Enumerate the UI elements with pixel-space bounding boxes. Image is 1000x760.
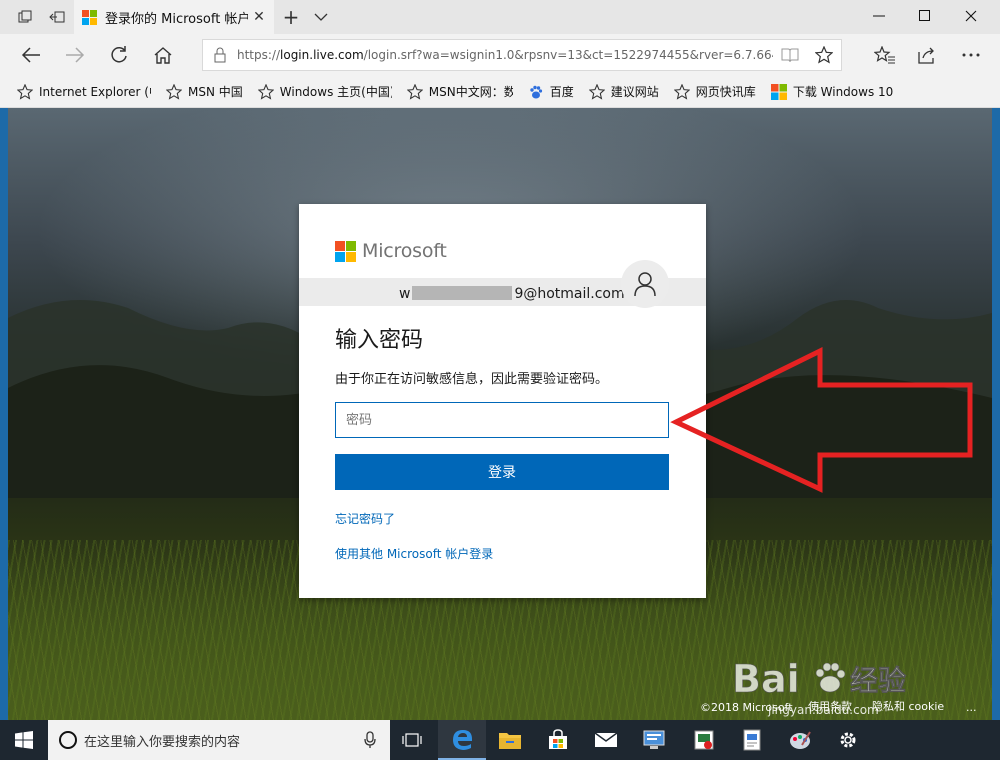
watermark-brand: Bai xyxy=(732,657,800,701)
chevron-down-icon[interactable] xyxy=(308,4,334,30)
favorites-bar: Internet Explorer (中国) MSN 中国 Windows 主页… xyxy=(0,76,1000,108)
star-icon xyxy=(406,83,424,101)
baidu-watermark: Bai 经验 jingyan.baidu.com xyxy=(732,650,972,720)
store-icon[interactable] xyxy=(534,720,582,760)
tab-bar: 登录你的 Microsoft 帐户 ✕ + xyxy=(0,0,1000,34)
page-title: 输入密码 xyxy=(335,328,424,353)
maximize-button[interactable] xyxy=(902,0,948,32)
desktop-edge-right xyxy=(992,108,1000,720)
microsoft-favicon-icon xyxy=(82,9,97,25)
reading-view-icon[interactable] xyxy=(773,40,807,70)
star-icon xyxy=(588,83,606,101)
windows-logo-icon xyxy=(770,83,788,101)
red-arrow-annotation xyxy=(670,346,973,493)
file-explorer-icon[interactable] xyxy=(486,720,534,760)
favorite-item[interactable]: 网页快讯库 xyxy=(673,83,756,101)
baidu-paw-watermark-icon xyxy=(815,662,846,693)
url-host: login.live.com xyxy=(280,48,364,62)
lock-icon xyxy=(203,40,237,70)
favorite-item[interactable]: 建议网站 xyxy=(588,83,659,101)
remote-desktop-icon[interactable] xyxy=(630,720,678,760)
favorite-item[interactable]: Internet Explorer (中国) xyxy=(16,83,151,101)
star-icon xyxy=(16,83,34,101)
forward-button[interactable] xyxy=(58,40,92,70)
refresh-button[interactable] xyxy=(102,40,136,70)
settings-gear-icon[interactable] xyxy=(824,720,872,760)
email-redaction xyxy=(412,286,513,300)
email-prefix: w xyxy=(399,286,411,302)
favorite-label: 建议网站 xyxy=(610,85,659,99)
close-tab-icon[interactable]: ✕ xyxy=(248,6,270,28)
minimize-button[interactable] xyxy=(856,0,902,32)
back-button[interactable] xyxy=(14,40,48,70)
password-input[interactable] xyxy=(335,402,669,438)
new-tab-button[interactable]: + xyxy=(278,4,304,30)
other-account-link[interactable]: 使用其他 Microsoft 帐户登录 xyxy=(335,545,493,562)
favorite-label: MSN中文网：数字生活 xyxy=(428,85,513,99)
media-app-icon[interactable] xyxy=(680,720,728,760)
tab-preview-icon[interactable] xyxy=(14,6,36,28)
start-button[interactable] xyxy=(0,720,48,760)
home-button[interactable] xyxy=(146,40,180,70)
tab-active[interactable]: 登录你的 Microsoft 帐户 ✕ xyxy=(74,0,274,34)
task-view-icon[interactable] xyxy=(388,720,436,760)
mail-icon[interactable] xyxy=(582,720,630,760)
favorite-label: Internet Explorer (中国) xyxy=(39,85,151,99)
favorite-item[interactable]: MSN 中国 xyxy=(165,83,243,101)
search-placeholder: 在这里输入你要搜索的内容 xyxy=(84,734,241,750)
url-scheme: https:// xyxy=(237,48,281,62)
address-bar[interactable]: https://login.live.com/login.srf?wa=wsig… xyxy=(202,39,842,71)
favorite-label: 网页快讯库 xyxy=(695,85,756,99)
star-icon xyxy=(257,83,275,101)
signin-button[interactable]: 登录 xyxy=(335,454,669,490)
navigation-bar: https://login.live.com/login.srf?wa=wsig… xyxy=(0,34,1000,76)
favorite-label: 下载 Windows 10 xyxy=(792,85,894,99)
set-tabs-aside-icon[interactable] xyxy=(46,6,68,28)
favorites-hub-icon[interactable] xyxy=(868,40,902,70)
desktop-edge-left xyxy=(0,108,8,720)
share-icon[interactable] xyxy=(910,40,944,70)
star-icon xyxy=(673,83,691,101)
favorite-label: 百度 xyxy=(549,85,574,99)
favorite-item[interactable]: MSN中文网：数字生活 xyxy=(406,83,513,101)
favorite-item[interactable]: 百度 xyxy=(527,83,574,101)
add-favorite-star-icon[interactable] xyxy=(807,40,841,70)
microsoft-logo: Microsoft xyxy=(335,240,447,262)
star-icon xyxy=(165,83,183,101)
favorite-label: Windows 主页(中国) xyxy=(279,85,392,99)
microsoft-logo-icon xyxy=(335,240,356,262)
microphone-icon[interactable] xyxy=(364,731,376,749)
baidu-paw-icon xyxy=(527,83,545,101)
cortana-icon xyxy=(58,730,78,750)
document-app-icon[interactable] xyxy=(728,720,776,760)
login-card: Microsoft w 9@hotmail.com 输入密码 由于你正在访问敏感信… xyxy=(299,204,706,598)
favorite-item[interactable]: Windows 主页(中国) xyxy=(257,83,392,101)
url-path: /login.srf?wa=wsignin1.0&rpsnv=13&ct=152… xyxy=(363,48,773,62)
more-options-icon[interactable] xyxy=(954,40,988,70)
page-description: 由于你正在访问敏感信息，因此需要验证密码。 xyxy=(335,372,609,387)
watermark-brand-2: 经验 xyxy=(850,664,906,697)
favorite-label: MSN 中国 xyxy=(188,85,243,99)
user-avatar-icon xyxy=(621,260,669,308)
tab-title: 登录你的 Microsoft 帐户 xyxy=(105,11,248,27)
watermark-url: jingyan.baidu.com xyxy=(767,703,879,717)
microsoft-wordmark: Microsoft xyxy=(362,240,447,262)
paint-app-icon[interactable] xyxy=(776,720,824,760)
url-text: https://login.live.com/login.srf?wa=wsig… xyxy=(237,48,773,62)
forgot-password-link[interactable]: 忘记密码了 xyxy=(335,510,395,527)
favorite-item[interactable]: 下载 Windows 10 xyxy=(770,83,893,101)
taskbar-search-box[interactable]: 在这里输入你要搜索的内容 xyxy=(48,720,390,760)
email-suffix: 9@hotmail.com xyxy=(514,286,625,302)
taskbar: 在这里输入你要搜索的内容 xyxy=(0,720,1000,760)
account-email[interactable]: w 9@hotmail.com xyxy=(399,286,625,302)
edge-browser-icon[interactable] xyxy=(438,720,486,760)
close-window-button[interactable] xyxy=(948,0,994,32)
